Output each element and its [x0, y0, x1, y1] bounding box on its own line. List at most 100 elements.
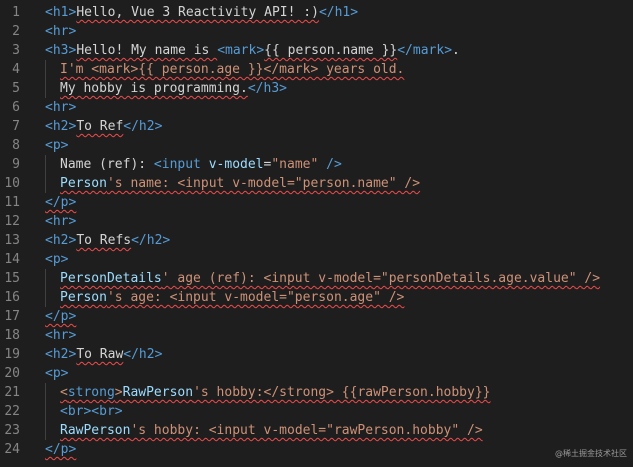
line-number: 7: [12, 119, 20, 134]
code-content: <hr>: [45, 326, 76, 345]
line-number: 8: [12, 138, 20, 153]
code-token: Person: [60, 176, 107, 191]
code-token: 's name: <input v-model="person.name" />: [106, 176, 421, 191]
code-token: <: [60, 385, 68, 400]
code-line[interactable]: 1 <h1>Hello, Vue 3 Reactivity API! :)</h1…: [0, 3, 633, 22]
code-token: To Ref: [76, 119, 124, 134]
code-token: Hello! My name is: [76, 43, 218, 58]
code-content: <p>: [45, 250, 68, 269]
code-content: <h2>To Raw</h2>: [45, 345, 162, 364]
code-content: My hobby is programming.</h3>: [60, 79, 287, 98]
code-token: {{ person.name }}: [264, 43, 398, 58]
code-content: <strong>RawPerson's hobby:</strong> {{ra…: [60, 383, 491, 402]
code-line[interactable]: 5 My hobby is programming.</h3>: [0, 79, 633, 98]
code-line[interactable]: 17 </p>: [0, 307, 633, 326]
code-content: PersonDetails' age (ref): <input v-model…: [60, 269, 600, 288]
code-line[interactable]: 12 <hr>: [0, 212, 633, 231]
code-token: <mark>: [217, 43, 265, 58]
code-line[interactable]: 2 <hr>: [0, 22, 633, 41]
line-number: 5: [12, 81, 20, 96]
code-token: </h2>: [123, 119, 163, 134]
code-content: </p>: [45, 440, 76, 459]
line-number: 9: [12, 157, 20, 172]
code-content: <h3>Hello! My name is <mark>{{ person.na…: [45, 41, 460, 60]
code-token: "name": [271, 157, 319, 172]
code-token: PersonDetails: [60, 271, 162, 286]
code-token: </h2>: [131, 233, 171, 248]
code-token: To Refs: [76, 233, 132, 248]
code-line[interactable]: 15 PersonDetails' age (ref): <input v-mod…: [0, 269, 633, 288]
code-line[interactable]: 16 Person's age: <input v-model="person.a…: [0, 288, 633, 307]
code-token: Name (ref):: [60, 157, 154, 172]
line-number: 19: [4, 347, 20, 362]
code-line[interactable]: 14 <p>: [0, 250, 633, 269]
code-content: <hr>: [45, 212, 76, 231]
code-token: .: [452, 43, 460, 58]
code-line[interactable]: 13 <h2>To Refs</h2>: [0, 231, 633, 250]
code-token: </p>: [45, 309, 77, 324]
line-number: 16: [4, 290, 20, 305]
code-token: My hobby is programming.: [60, 81, 248, 96]
code-token: <input: [153, 157, 209, 172]
code-content: <br><br>: [60, 402, 123, 421]
code-token: <hr>: [45, 214, 77, 229]
code-line[interactable]: 3 <h3>Hello! My name is <mark>{{ person.n…: [0, 41, 633, 60]
line-number: 1: [12, 5, 20, 20]
code-line[interactable]: 10 Person's name: <input v-model="person.…: [0, 174, 633, 193]
code-content: Name (ref): <input v-model="name" />: [60, 155, 342, 174]
code-token: <br><br>: [60, 404, 123, 419]
line-number: 4: [12, 62, 20, 77]
line-number: 23: [4, 423, 20, 438]
code-token: 's age: <input v-model="person.age" />: [106, 290, 405, 305]
code-content: <h2>To Refs</h2>: [45, 231, 170, 250]
code-token: I'm <mark>{{ person.age }}</mark> years …: [60, 62, 405, 77]
line-number: 22: [4, 404, 20, 419]
code-token: <p>: [45, 138, 69, 153]
code-content: <p>: [45, 136, 68, 155]
code-line[interactable]: 19 <h2>To Raw</h2>: [0, 345, 633, 364]
code-line[interactable]: 22 <br><br>: [0, 402, 633, 421]
line-number: 11: [4, 195, 20, 210]
code-token: <h1>: [45, 5, 77, 20]
code-editor[interactable]: 1 <h1>Hello, Vue 3 Reactivity API! :)</h1…: [0, 0, 633, 467]
code-content: </p>: [45, 307, 76, 326]
code-line[interactable]: 21 <strong>RawPerson's hobby:</strong> {{…: [0, 383, 633, 402]
code-token: </h3>: [247, 81, 287, 96]
code-token: </p>: [45, 442, 77, 457]
code-token: </mark>: [397, 43, 453, 58]
code-token: <hr>: [45, 24, 77, 39]
code-token: To Raw: [76, 347, 124, 362]
code-token: <h3>: [45, 43, 77, 58]
code-content: RawPerson's hobby: <input v-model="rawPe…: [60, 421, 483, 440]
line-number: 17: [4, 309, 20, 324]
line-number: 3: [12, 43, 20, 58]
code-token: <p>: [45, 366, 69, 381]
code-line[interactable]: 6 <hr>: [0, 98, 633, 117]
line-number: 2: [12, 24, 20, 39]
code-token: RawPerson: [122, 385, 194, 400]
code-line[interactable]: 4 I'm <mark>{{ person.age }}</mark> years…: [0, 60, 633, 79]
code-content: Person's name: <input v-model="person.na…: [60, 174, 420, 193]
code-line[interactable]: 18 <hr>: [0, 326, 633, 345]
code-content: <h2>To Ref</h2>: [45, 117, 162, 136]
line-number: 14: [4, 252, 20, 267]
code-line[interactable]: 23 RawPerson's hobby: <input v-model="raw…: [0, 421, 633, 440]
code-content: <p>: [45, 364, 68, 383]
line-number: 12: [4, 214, 20, 229]
watermark: @稀土掘金技术社区: [555, 449, 627, 458]
line-number: 6: [12, 100, 20, 115]
code-content: </p>: [45, 193, 76, 212]
code-content: <h1>Hello, Vue 3 Reactivity API! :)</h1>: [45, 3, 358, 22]
code-token: </p>: [45, 195, 77, 210]
line-number: 21: [4, 385, 20, 400]
code-line[interactable]: 9 Name (ref): <input v-model="name" />: [0, 155, 633, 174]
code-line[interactable]: 11 </p>: [0, 193, 633, 212]
code-line[interactable]: 8 <p>: [0, 136, 633, 155]
code-token: <h2>: [45, 119, 77, 134]
code-line[interactable]: 20 <p>: [0, 364, 633, 383]
code-line[interactable]: 24 </p>: [0, 440, 633, 459]
code-token: ' age (ref): <input v-model="personDetai…: [161, 271, 601, 286]
code-line[interactable]: 7 <h2>To Ref</h2>: [0, 117, 633, 136]
code-token: <h2>: [45, 233, 77, 248]
code-token: Hello, Vue 3 Reactivity API! :): [76, 5, 319, 20]
